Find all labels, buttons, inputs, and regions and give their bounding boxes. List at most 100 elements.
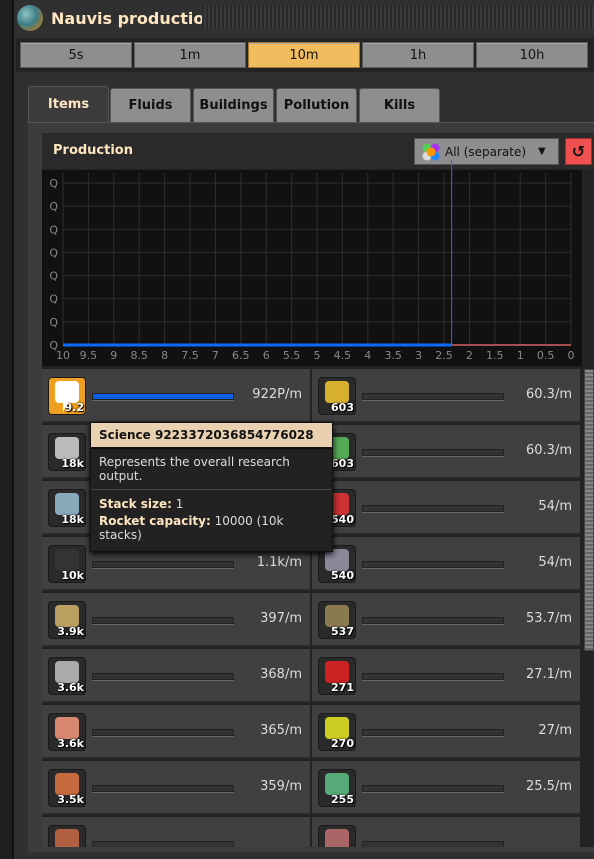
item-count: 603: [331, 457, 354, 470]
x-tick-label: 6: [263, 349, 270, 362]
curved-rail-yellow-icon: [325, 717, 349, 739]
x-tick-label: 0: [568, 349, 575, 362]
rate-bar: [362, 785, 504, 792]
item-row[interactable]: 255 25.5/m: [312, 761, 580, 815]
item-count: 540: [331, 569, 354, 582]
item-row[interactable]: 603 60.3/m: [312, 425, 580, 479]
item-row[interactable]: [42, 817, 310, 847]
item-rate: 1.1k/m: [256, 555, 302, 570]
item-button[interactable]: 18k: [48, 489, 86, 527]
x-tick-label: 8: [161, 349, 168, 362]
rate-bar: [92, 673, 234, 680]
x-tick-label: 7: [212, 349, 219, 362]
x-tick-label: 6.5: [232, 349, 250, 362]
copper-plate-icon: [55, 717, 79, 739]
item-count: 537: [331, 625, 354, 638]
rate-bar: [92, 393, 234, 400]
item-count: 270: [331, 737, 354, 750]
item-button[interactable]: 603: [318, 377, 356, 415]
y-tick-label: Q: [49, 246, 58, 259]
mouse-cursor-icon: [63, 398, 70, 412]
item-count: 18k: [61, 457, 84, 470]
y-tick-label: Q: [49, 200, 58, 213]
rocket-capacity-label: Rocket capacity:: [99, 514, 211, 528]
item-count: 10k: [61, 569, 84, 582]
rate-bar: [92, 561, 234, 568]
item-count: 3.6k: [57, 681, 84, 694]
y-tick-label: Q: [49, 223, 58, 236]
x-tick-label: 1.5: [486, 349, 504, 362]
wall-icon: [325, 605, 349, 627]
x-tick-label: 9.5: [80, 349, 98, 362]
rate-bar: [362, 729, 504, 736]
production-chart: 10 9.5 9 8.5 8 7.5 7 6.5 6 5.5 5 4.5 4 3.5 3 2.5 2 1.5 1 0.…: [42, 160, 582, 366]
flask-icon: [325, 549, 349, 571]
item-row[interactable]: 3.9k 397/m: [42, 593, 310, 647]
rate-bar: [362, 561, 504, 568]
rate-bar: [362, 673, 504, 680]
rate-bar: [362, 449, 504, 456]
x-tick-label: 4.5: [334, 349, 352, 362]
iron-gear-icon: [55, 661, 79, 683]
item-button[interactable]: 255: [318, 769, 356, 807]
y-tick-label: Q: [49, 316, 58, 329]
stone-brick-icon: [55, 437, 79, 459]
item-button[interactable]: [318, 825, 356, 847]
stone-icon: [55, 605, 79, 627]
x-tick-label: 8.5: [130, 349, 148, 362]
item-row[interactable]: 3.6k 365/m: [42, 705, 310, 759]
item-rate: 25.5/m: [526, 779, 572, 794]
item-button[interactable]: 3.6k: [48, 657, 86, 695]
item-button[interactable]: 537: [318, 601, 356, 639]
x-tick-label: 0.5: [537, 349, 555, 362]
x-tick-label: 10: [56, 349, 70, 362]
item-button[interactable]: 18k: [48, 433, 86, 471]
item-rate: 54/m: [538, 499, 572, 514]
item-row[interactable]: 271 27.1/m: [312, 649, 580, 703]
item-rate: 922P/m: [252, 387, 302, 402]
item-row[interactable]: 3.5k 359/m: [42, 761, 310, 815]
copper-cable-icon: [55, 829, 79, 847]
item-button[interactable]: 270: [318, 713, 356, 751]
coal-icon: [55, 549, 79, 571]
item-rate: 397/m: [260, 611, 302, 626]
x-tick-label: 9: [110, 349, 117, 362]
item-rate: 60.3/m: [526, 387, 572, 402]
item-row[interactable]: 270 27/m: [312, 705, 580, 759]
y-tick-label: Q: [49, 293, 58, 306]
item-button[interactable]: 10k: [48, 545, 86, 583]
item-rate: 365/m: [260, 723, 302, 738]
item-row[interactable]: 540 54/m: [312, 481, 580, 535]
y-tick-label: Q: [49, 270, 58, 283]
item-count: 3.6k: [57, 737, 84, 750]
rate-bar: [362, 617, 504, 624]
item-button[interactable]: 3.6k: [48, 713, 86, 751]
y-tick-label: Q: [49, 339, 58, 352]
item-button[interactable]: 271: [318, 657, 356, 695]
copper-ore-icon: [55, 773, 79, 795]
item-count: 18k: [61, 513, 84, 526]
x-tick-label: 4: [364, 349, 371, 362]
item-row[interactable]: 537 53.7/m: [312, 593, 580, 647]
stack-size-label: Stack size:: [99, 497, 172, 511]
inserter-icon: [325, 381, 349, 403]
item-button[interactable]: [48, 825, 86, 847]
item-button[interactable]: 3.5k: [48, 769, 86, 807]
tooltip-title: Science 9223372036854776028: [91, 423, 332, 449]
item-rate: 27.1/m: [526, 667, 572, 682]
item-row[interactable]: [312, 817, 580, 847]
x-tick-label: 1: [517, 349, 524, 362]
item-count: 255: [331, 793, 354, 806]
scrollbar[interactable]: [584, 369, 594, 651]
rate-bar: [92, 729, 234, 736]
x-tick-label: 5.5: [283, 349, 301, 362]
item-button[interactable]: 3.9k: [48, 601, 86, 639]
item-rate: 60.3/m: [526, 443, 572, 458]
item-rate: 53.7/m: [526, 611, 572, 626]
x-tick-label: 5: [314, 349, 321, 362]
item-row[interactable]: 3.6k 368/m: [42, 649, 310, 703]
item-rate: 54/m: [538, 555, 572, 570]
item-rate: 27/m: [538, 723, 572, 738]
item-row[interactable]: 540 54/m: [312, 537, 580, 591]
rate-bar: [92, 617, 234, 624]
